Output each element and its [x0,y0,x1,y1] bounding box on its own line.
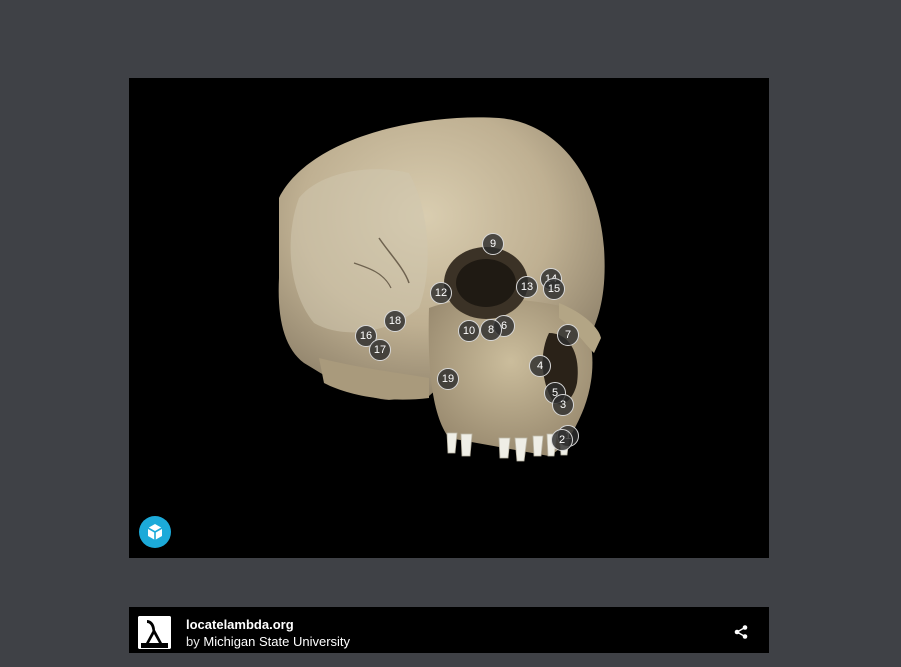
annotation-hotspot[interactable]: 19 [437,368,459,390]
model-info-bar: locatelambda.org by Michigan State Unive… [129,607,769,653]
annotation-hotspot[interactable]: 8 [480,319,502,341]
annotation-hotspot[interactable]: 4 [529,355,551,377]
annotation-hotspot[interactable]: 17 [369,339,391,361]
annotation-hotspot[interactable]: 12 [430,282,452,304]
sketchfab-logo-button[interactable] [139,516,171,548]
skull-model[interactable] [129,78,769,558]
annotation-hotspot[interactable]: 18 [384,310,406,332]
share-button[interactable] [733,624,749,640]
sketchfab-cube-icon [147,524,163,540]
annotation-hotspot[interactable]: 7 [557,324,579,346]
annotation-hotspot[interactable]: 9 [482,233,504,255]
annotation-hotspot[interactable]: 2 [551,429,573,451]
model-title-link[interactable]: locatelambda.org [186,617,294,632]
author-byline: by Michigan State University [186,634,350,649]
author-link[interactable]: Michigan State University [203,634,350,649]
lambda-logo-icon [138,616,171,649]
annotation-hotspot[interactable]: 15 [543,278,565,300]
byline-prefix: by [186,634,200,649]
annotation-hotspot[interactable]: 10 [458,320,480,342]
share-icon [734,625,748,639]
author-avatar[interactable] [138,616,171,649]
annotation-hotspot[interactable]: 13 [516,276,538,298]
model-viewer[interactable]: 9 14 13 15 12 18 16 17 10 6 8 7 4 19 5 3… [129,78,769,558]
annotation-hotspot[interactable]: 3 [552,394,574,416]
